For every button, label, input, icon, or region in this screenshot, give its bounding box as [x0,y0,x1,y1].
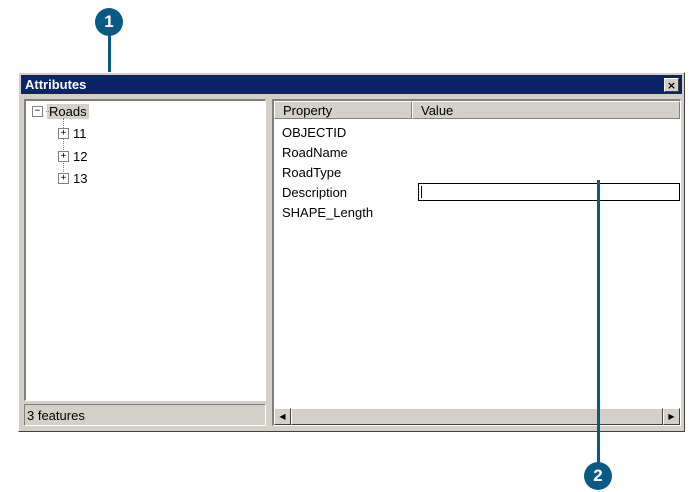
tree-item-roads[interactable]: − Roads [32,102,89,120]
column-header-value[interactable]: Value [412,101,680,119]
expand-icon[interactable]: + [58,172,69,184]
property-row-description[interactable]: Description [282,183,347,202]
feature-tree[interactable]: − Roads + 11 + 12 + 13 [24,99,266,401]
scroll-right-button[interactable]: ▶ [663,408,680,425]
attributes-window: Attributes × − Roads + 11 + 12 + 13 3 fe… [18,72,685,432]
tree-item-11[interactable]: + 11 [58,124,87,142]
window-titlebar[interactable]: Attributes × [21,75,682,94]
property-grid[interactable]: Property Value OBJECTID RoadName RoadTyp… [272,99,681,426]
status-text: 3 features [27,407,85,423]
close-button[interactable]: × [664,78,679,92]
arrow-right-icon: ▶ [668,412,675,421]
callout-2-leader [597,180,600,463]
property-row-objectid[interactable]: OBJECTID [282,123,346,142]
property-name: RoadType [282,165,342,180]
tree-item-label: 11 [73,125,87,141]
column-header-property[interactable]: Property [274,101,412,119]
callout-2-marker: 2 [584,462,612,490]
tree-item-label: 12 [73,148,88,164]
tree-connector [46,111,49,112]
arrow-left-icon: ◀ [279,412,286,421]
property-name: RoadName [282,145,348,160]
expand-icon[interactable]: + [58,127,69,139]
tree-item-label: Roads [47,103,89,119]
description-value-input[interactable] [418,183,680,201]
window-title: Attributes [25,77,87,92]
tree-item-13[interactable]: + 13 [58,169,87,187]
column-header-label: Value [421,102,454,118]
expand-icon[interactable]: + [58,150,69,162]
property-name: Description [282,185,348,200]
close-icon: × [666,78,677,92]
scrollbar-thumb[interactable] [291,408,663,425]
collapse-icon[interactable]: − [32,105,43,117]
property-name: SHAPE_Length [282,205,374,220]
status-bar: 3 features [24,404,266,426]
property-row-roadtype[interactable]: RoadType [282,163,341,182]
callout-1-marker: 1 [95,8,123,36]
property-row-roadname[interactable]: RoadName [282,143,348,162]
property-name: OBJECTID [282,125,347,140]
tree-item-12[interactable]: + 12 [58,147,87,165]
tree-item-label: 13 [73,170,88,186]
horizontal-scrollbar[interactable]: ◀ ▶ [274,408,680,425]
scroll-left-button[interactable]: ◀ [274,408,291,425]
text-caret [421,186,422,198]
column-header-label: Property [283,102,333,118]
property-row-shape-length[interactable]: SHAPE_Length [282,203,373,222]
